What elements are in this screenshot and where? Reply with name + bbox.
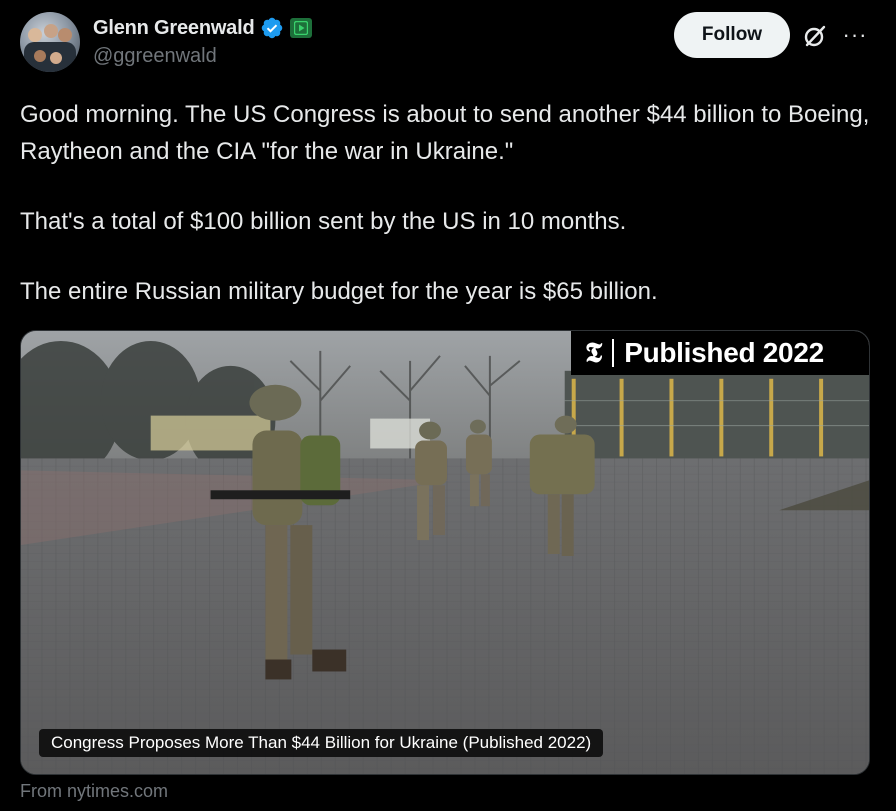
author-name[interactable]: Glenn Greenwald: [93, 17, 255, 40]
published-label: Published 2022: [624, 337, 824, 368]
grok-icon[interactable]: [802, 23, 828, 49]
play-badge-icon[interactable]: [290, 18, 313, 38]
card-source[interactable]: From nytimes.com: [20, 781, 168, 802]
tweet-paragraph: Good morning. The US Congress is about t…: [20, 101, 870, 165]
link-card[interactable]: 𝕿 Published 2022 Congress Proposes More …: [20, 330, 870, 775]
more-options-icon[interactable]: ···: [842, 22, 868, 48]
tweet-text: Good morning. The US Congress is about t…: [20, 96, 876, 310]
card-caption[interactable]: Congress Proposes More Than $44 Billion …: [39, 729, 604, 757]
banner-divider: [612, 339, 615, 367]
tweet-paragraph: That's a total of $100 billion sent by t…: [20, 208, 627, 235]
author-handle[interactable]: @ggreenwald: [93, 45, 217, 68]
article-photo: [21, 331, 869, 774]
author-name-row: Glenn Greenwald: [93, 16, 313, 40]
follow-button[interactable]: Follow: [674, 12, 790, 58]
published-banner: 𝕿 Published 2022: [571, 331, 869, 375]
verified-badge-icon[interactable]: [260, 16, 284, 40]
tweet-paragraph: The entire Russian military budget for t…: [20, 278, 658, 305]
nyt-logo-icon: 𝕿: [585, 336, 603, 369]
tweet-header: Glenn Greenwald @ggreenwald Follow ···: [20, 12, 880, 74]
avatar[interactable]: [20, 12, 80, 72]
